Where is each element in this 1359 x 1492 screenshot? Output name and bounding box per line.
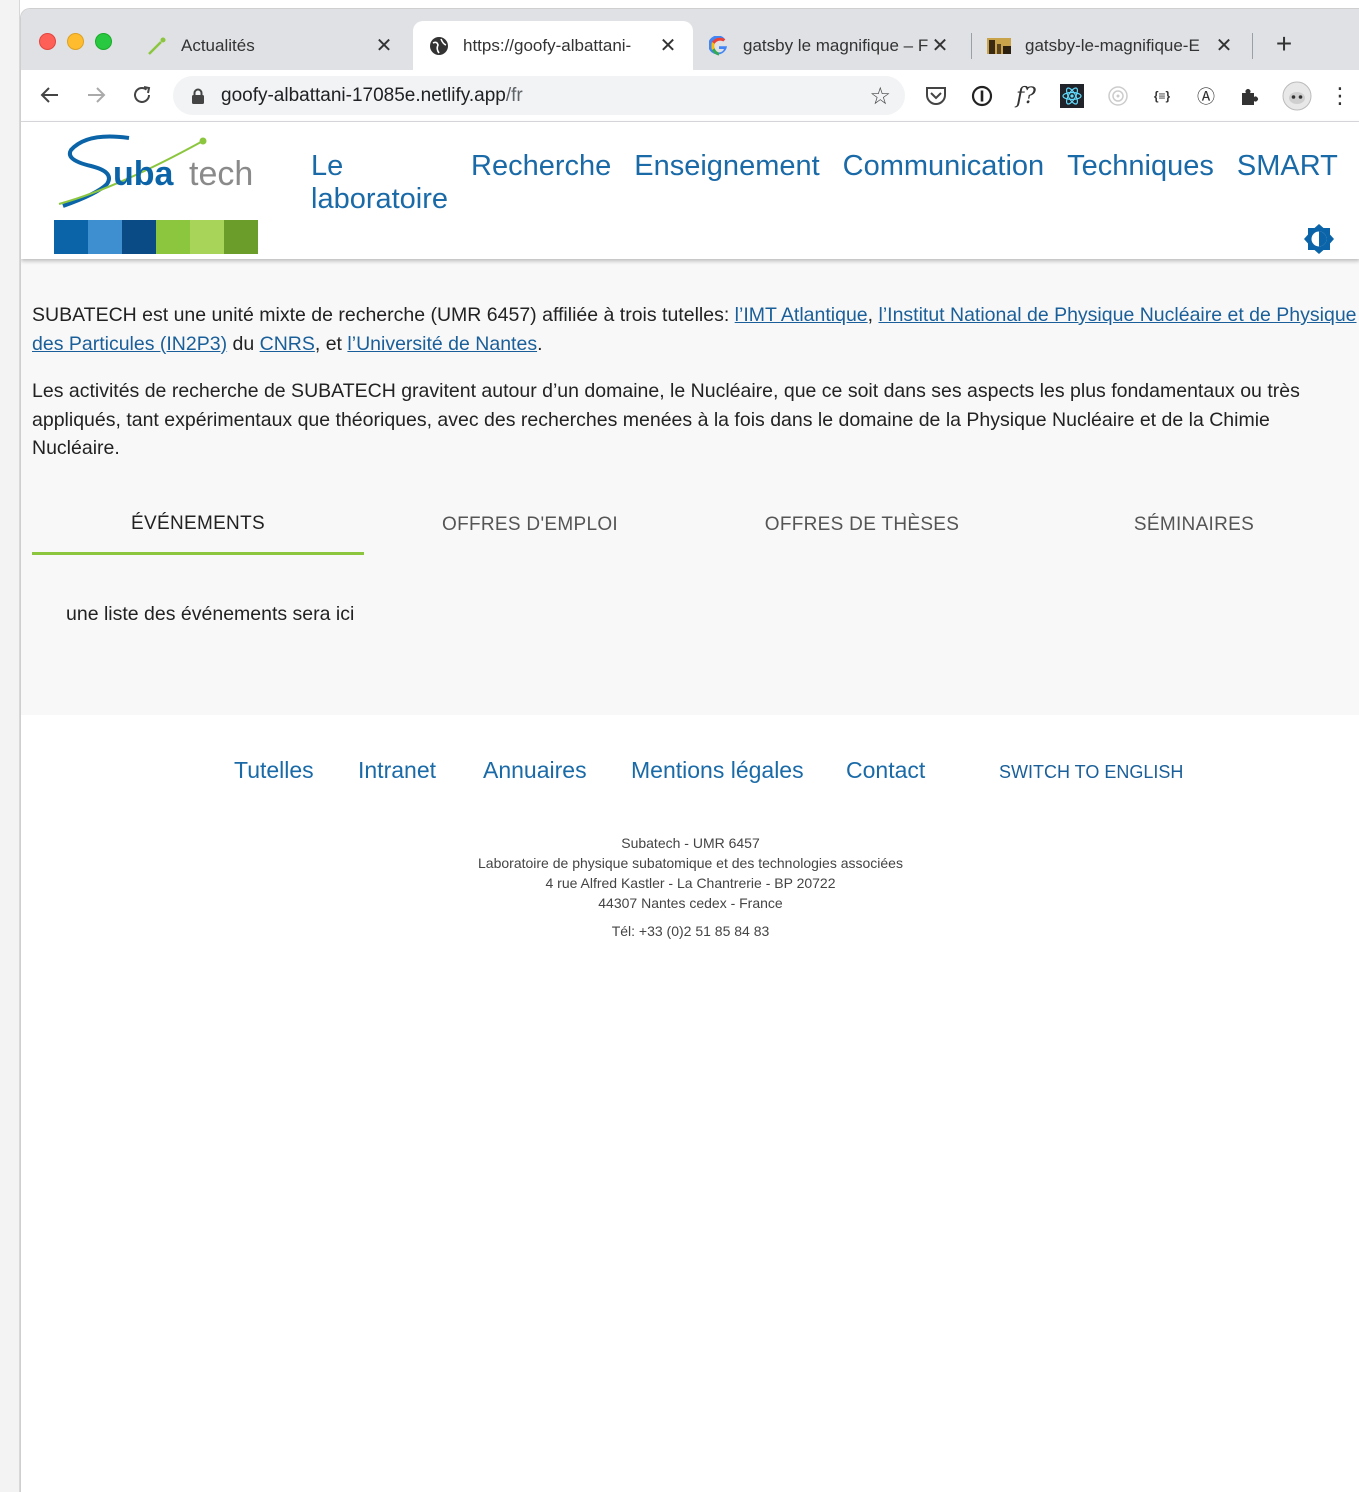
footer-link-mentions-legales[interactable]: Mentions légales bbox=[631, 757, 804, 784]
main-content: SUBATECH est une unité mixte de recherch… bbox=[21, 259, 1359, 715]
intro-p1-sep: , et bbox=[314, 332, 348, 355]
profile-avatar-icon[interactable] bbox=[1282, 81, 1312, 111]
tab-title: https://goofy-albattani- bbox=[463, 35, 632, 55]
intro-paragraph-2: Les activités de recherche de SUBATECH g… bbox=[32, 380, 1300, 459]
browser-tab-gatsby[interactable]: gatsby-le-magnifique-E ✕ bbox=[973, 21, 1249, 70]
tab-offres-emploi[interactable]: OFFRES D'EMPLOI bbox=[364, 495, 696, 555]
browser-tab-google[interactable]: gatsby le magnifique – F ✕ bbox=[695, 21, 965, 70]
browser-tab-actualites[interactable]: Actualités ✕ bbox=[133, 21, 409, 70]
intro-text: SUBATECH est une unité mixte de recherch… bbox=[32, 301, 1359, 482]
gatsby-page-icon bbox=[987, 36, 1011, 56]
subatech-favicon-icon bbox=[147, 36, 167, 56]
tab-separator bbox=[1252, 33, 1253, 59]
json-viewer-icon[interactable]: {≡} bbox=[1149, 83, 1175, 109]
footer-link-intranet[interactable]: Intranet bbox=[358, 757, 436, 784]
lock-icon bbox=[191, 88, 205, 104]
puzzle-icon[interactable] bbox=[1237, 83, 1263, 109]
tab-seminaires[interactable]: SÉMINAIRES bbox=[1028, 495, 1359, 555]
url-text: goofy-albattani-17085e.netlify.app/fr bbox=[221, 85, 523, 107]
site-header: uba tech S Le laboratoire Recherche Ense… bbox=[21, 122, 1359, 259]
globe-icon bbox=[429, 36, 449, 56]
tab-bar: Actualités ✕ https://goofy-albattani- ✕ … bbox=[21, 9, 1359, 70]
tab-title: Actualités bbox=[181, 35, 255, 55]
arrow-right-icon bbox=[88, 87, 106, 103]
intro-p1-sep: , bbox=[867, 304, 879, 326]
color-block bbox=[54, 220, 88, 254]
nav-enseignement[interactable]: Enseignement bbox=[634, 150, 819, 216]
footer-links: Tutelles Intranet Annuaires Mentions lég… bbox=[21, 757, 1359, 797]
font-finder-icon[interactable]: f? bbox=[1013, 83, 1039, 109]
tab-evenements[interactable]: ÉVÉNEMENTS bbox=[32, 495, 364, 555]
desktop-edge bbox=[0, 0, 20, 1492]
color-block bbox=[224, 220, 258, 254]
color-block bbox=[88, 220, 122, 254]
link-cnrs[interactable]: CNRS bbox=[260, 333, 315, 355]
browser-tab-goofy[interactable]: https://goofy-albattani- ✕ bbox=[413, 21, 693, 70]
switch-language-link[interactable]: SWITCH TO ENGLISH bbox=[999, 762, 1183, 783]
footer-phone: Tél: +33 (0)2 51 85 84 83 bbox=[611, 923, 770, 939]
arrow-left-icon bbox=[40, 87, 58, 103]
minimize-window-button[interactable] bbox=[67, 33, 84, 50]
color-block bbox=[190, 220, 224, 254]
accessibility-extension-icon[interactable]: Ⓐ bbox=[1193, 83, 1219, 109]
content-tabs: ÉVÉNEMENTS OFFRES D'EMPLOI OFFRES DE THÈ… bbox=[32, 495, 1359, 555]
color-block bbox=[122, 220, 156, 254]
bookmark-star-icon[interactable]: ☆ bbox=[869, 82, 891, 111]
footer-address: Subatech - UMR 6457 Laboratoire de physi… bbox=[21, 833, 1359, 913]
google-icon bbox=[709, 35, 729, 56]
subatech-logo[interactable]: uba tech S bbox=[57, 128, 267, 213]
tab-close-icon[interactable]: ✕ bbox=[1213, 33, 1235, 58]
footer-link-annuaires[interactable]: Annuaires bbox=[483, 757, 587, 784]
footer-link-contact[interactable]: Contact bbox=[846, 757, 925, 784]
maximize-window-button[interactable] bbox=[95, 33, 112, 50]
logo-text-blue: uba bbox=[113, 155, 175, 193]
tab-title: gatsby le magnifique – F bbox=[743, 35, 929, 55]
tab-offres-theses[interactable]: OFFRES DE THÈSES bbox=[696, 495, 1028, 555]
tab-panel-text: une liste des événements sera ici bbox=[66, 603, 355, 625]
link-universite-nantes[interactable]: l’Université de Nantes bbox=[347, 333, 537, 355]
pocket-icon[interactable] bbox=[923, 83, 949, 109]
theme-toggle-icon[interactable] bbox=[1303, 223, 1335, 255]
target-extension-icon[interactable] bbox=[1105, 83, 1131, 109]
browser-menu-icon[interactable]: ⋮ bbox=[1327, 83, 1353, 109]
intro-p1-start: SUBATECH est une unité mixte de recherch… bbox=[32, 304, 735, 326]
tab-close-icon[interactable]: ✕ bbox=[373, 33, 395, 58]
color-strip bbox=[54, 220, 258, 254]
nav-le-laboratoire[interactable]: Le laboratoire bbox=[311, 150, 448, 216]
nav-recherche[interactable]: Recherche bbox=[471, 150, 611, 216]
nav-communication[interactable]: Communication bbox=[843, 150, 1044, 216]
tab-separator bbox=[971, 33, 972, 59]
address-line: 44307 Nantes cedex - France bbox=[598, 895, 783, 911]
back-button[interactable] bbox=[35, 80, 65, 110]
tab-title: gatsby-le-magnifique-E bbox=[1025, 35, 1200, 55]
new-tab-button[interactable]: + bbox=[1271, 29, 1297, 59]
browser-toolbar: goofy-albattani-17085e.netlify.app/fr ☆ … bbox=[21, 70, 1359, 122]
color-block bbox=[156, 220, 190, 254]
intro-paragraph-1: SUBATECH est une unité mixte de recherch… bbox=[32, 301, 1359, 358]
address-line: 4 rue Alfred Kastler - La Chantrerie - B… bbox=[545, 875, 836, 891]
main-nav: Le laboratoire Recherche Enseignement Co… bbox=[311, 150, 1359, 216]
onepassword-icon[interactable] bbox=[969, 83, 995, 109]
intro-p1-sep: du bbox=[227, 332, 260, 355]
tab-close-icon[interactable]: ✕ bbox=[657, 33, 679, 58]
footer-link-tutelles[interactable]: Tutelles bbox=[234, 757, 314, 784]
nav-smart[interactable]: SMART bbox=[1237, 150, 1338, 216]
intro-p1-end: . bbox=[537, 332, 543, 355]
url-path: /fr bbox=[505, 84, 523, 106]
url-host: goofy-albattani-17085e.netlify.app bbox=[221, 84, 506, 106]
address-bar[interactable]: goofy-albattani-17085e.netlify.app/fr ☆ bbox=[173, 76, 905, 115]
tab-close-icon[interactable]: ✕ bbox=[929, 33, 951, 58]
react-devtools-icon[interactable] bbox=[1059, 83, 1085, 109]
address-line: Laboratoire de physique subatomique et d… bbox=[478, 855, 903, 871]
forward-button[interactable] bbox=[81, 80, 111, 110]
logo-text-gray: tech bbox=[189, 155, 253, 193]
address-line: Subatech - UMR 6457 bbox=[621, 835, 760, 851]
link-imt-atlantique[interactable]: l’IMT Atlantique bbox=[735, 304, 868, 326]
browser-window: Actualités ✕ https://goofy-albattani- ✕ … bbox=[20, 8, 1359, 1492]
close-window-button[interactable] bbox=[39, 33, 56, 50]
nav-techniques[interactable]: Techniques bbox=[1067, 150, 1214, 216]
reload-icon bbox=[134, 86, 151, 103]
reload-button[interactable] bbox=[127, 80, 157, 110]
